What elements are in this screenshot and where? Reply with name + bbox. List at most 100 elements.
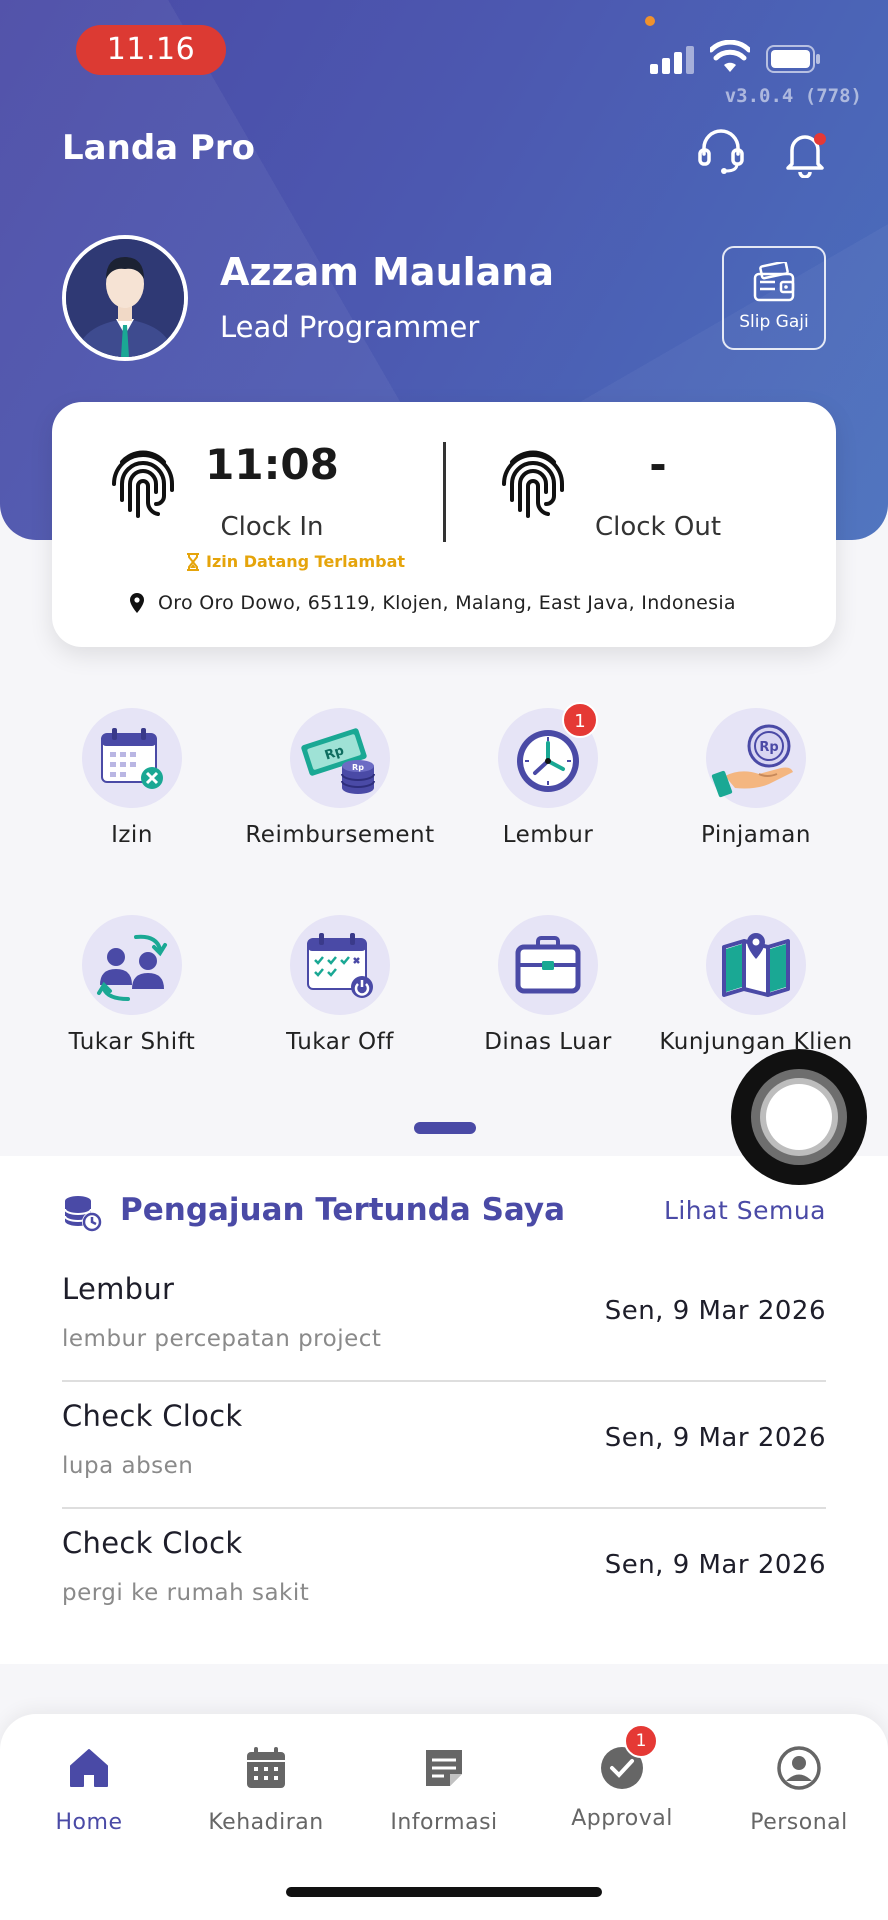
menu-pinjaman-circle: Rp — [706, 708, 806, 808]
menu-reimbursement-circle: Rp Rp — [290, 708, 390, 808]
location-pin-icon — [130, 593, 144, 613]
pending-item-subtitle: pergi ke rumah sakit — [62, 1580, 310, 1606]
menu-pinjaman-label: Pinjaman — [701, 822, 811, 848]
menu-dinas-luar[interactable]: Dinas Luar — [448, 915, 648, 1055]
svg-text:Rp: Rp — [759, 740, 778, 755]
clock-divider — [443, 442, 446, 542]
pending-item[interactable]: Check Clock lupa absen Sen, 9 Mar 2026 — [62, 1383, 826, 1509]
pending-item-title: Check Clock — [62, 1526, 243, 1560]
clock-in-time: 11:08 — [205, 440, 339, 489]
payslip-button[interactable]: Slip Gaji — [722, 246, 826, 350]
hourglass-icon — [187, 552, 199, 571]
pending-item-date: Sen, 9 Mar 2026 — [604, 1296, 826, 1326]
home-icon — [70, 1749, 108, 1787]
menu-lembur-label: Lembur — [502, 822, 594, 848]
pending-item-divider — [62, 1380, 826, 1382]
menu-pinjaman[interactable]: Rp Pinjaman — [656, 708, 856, 848]
menu-tukar-shift[interactable]: Tukar Shift — [32, 915, 232, 1055]
menu-reimbursement[interactable]: Rp Rp Reimbursement — [240, 708, 440, 848]
lembur-count-badge: 1 — [562, 702, 598, 738]
menu-kunjungan-klien-circle — [706, 915, 806, 1015]
money-coins-icon: Rp Rp — [301, 728, 375, 794]
nav-informasi[interactable]: Informasi — [364, 1744, 524, 1835]
pending-item-date: Sen, 9 Mar 2026 — [604, 1550, 826, 1580]
app-version: v3.0.4 (778) — [724, 85, 862, 107]
pending-item-title: Check Clock — [62, 1399, 243, 1433]
wallet-icon — [753, 260, 795, 302]
late-permission-note: Izin Datang Terlambat — [186, 552, 405, 571]
menu-izin-label: Izin — [111, 822, 153, 848]
user-role: Lead Programmer — [220, 310, 480, 344]
nav-informasi-label: Informasi — [390, 1810, 498, 1835]
headset-support-icon[interactable] — [696, 126, 746, 176]
attendance-card: 11:08 Clock In - Clock Out Izin Datang T… — [52, 402, 836, 647]
notification-dot — [814, 133, 826, 145]
see-all-link[interactable]: Lihat Semua — [664, 1196, 826, 1225]
nav-approval-label: Approval — [571, 1806, 673, 1831]
pending-item-divider — [62, 1507, 826, 1509]
menu-tukar-off[interactable]: Tukar Off — [240, 915, 440, 1055]
cellular-signal-icon — [650, 44, 694, 74]
pending-item-subtitle: lupa absen — [62, 1453, 194, 1479]
nav-kehadiran[interactable]: Kehadiran — [186, 1744, 346, 1835]
pending-item[interactable]: Lembur lembur percepatan project Sen, 9 … — [62, 1256, 826, 1382]
wifi-icon — [710, 40, 750, 72]
menu-page-indicator[interactable] — [414, 1122, 476, 1134]
menu-lembur[interactable]: 1 Lembur — [448, 702, 648, 848]
briefcase-icon — [515, 936, 581, 994]
map-pin-icon — [722, 933, 790, 997]
database-clock-icon — [64, 1196, 102, 1232]
menu-tukar-off-label: Tukar Off — [286, 1029, 394, 1055]
menu-dinas-luar-label: Dinas Luar — [484, 1029, 612, 1055]
nav-personal[interactable]: Personal — [719, 1744, 879, 1835]
swap-people-icon — [97, 934, 167, 1001]
location-text: Oro Oro Dowo, 65119, Klojen, Malang, Eas… — [158, 592, 736, 614]
menu-tukar-off-circle — [290, 915, 390, 1015]
fingerprint-clock-in-icon[interactable] — [108, 444, 178, 520]
nav-home[interactable]: Home — [9, 1744, 169, 1835]
pending-item[interactable]: Check Clock pergi ke rumah sakit Sen, 9 … — [62, 1510, 826, 1620]
menu-dinas-luar-circle — [498, 915, 598, 1015]
nav-personal-label: Personal — [750, 1810, 848, 1835]
pending-item-title: Lembur — [62, 1272, 175, 1306]
nav-approval[interactable]: 1 Approval — [542, 1724, 702, 1831]
avatar[interactable] — [62, 235, 188, 361]
approval-count-badge: 1 — [624, 1724, 658, 1758]
menu-tukar-shift-circle — [82, 915, 182, 1015]
document-icon — [426, 1750, 462, 1786]
pending-item-subtitle: lembur percepatan project — [62, 1326, 382, 1352]
calendar-check-icon — [307, 933, 373, 998]
app-brand: Landa Pro — [62, 128, 255, 168]
nav-kehadiran-label: Kehadiran — [208, 1810, 324, 1835]
menu-izin[interactable]: Izin — [32, 708, 232, 848]
clock-out-time: - — [649, 440, 667, 489]
pending-item-date: Sen, 9 Mar 2026 — [604, 1423, 826, 1453]
menu-izin-circle — [82, 708, 182, 808]
home-indicator[interactable] — [286, 1887, 602, 1897]
user-illustration-icon — [66, 239, 184, 357]
calendar-icon — [247, 1747, 285, 1788]
menu-kunjungan-klien[interactable]: Kunjungan Klien — [656, 915, 856, 1055]
menu-lembur-circle: 1 — [498, 702, 598, 808]
user-circle-icon — [777, 1746, 821, 1790]
battery-icon — [766, 45, 820, 73]
approval-icon-wrap: 1 — [598, 1724, 658, 1792]
menu-kunjungan-klien-label: Kunjungan Klien — [659, 1029, 853, 1055]
late-permission-text: Izin Datang Terlambat — [206, 552, 406, 571]
assistive-touch-button[interactable] — [731, 1049, 867, 1185]
privacy-indicator-dot — [645, 16, 655, 26]
nav-home-label: Home — [55, 1810, 123, 1835]
status-time: 11.16 — [76, 25, 226, 75]
menu-tukar-shift-label: Tukar Shift — [68, 1029, 196, 1055]
hand-coin-icon: Rp — [711, 724, 793, 798]
menu-reimbursement-label: Reimbursement — [245, 822, 435, 848]
calendar-cancel-icon — [101, 728, 163, 789]
clock-out-label: Clock Out — [594, 512, 722, 542]
payslip-label: Slip Gaji — [739, 312, 809, 332]
svg-text:Rp: Rp — [352, 763, 364, 772]
pending-requests-section: Pengajuan Tertunda Saya Lihat Semua Lemb… — [0, 1156, 888, 1664]
pending-title: Pengajuan Tertunda Saya — [120, 1192, 566, 1228]
fingerprint-clock-out-icon[interactable] — [498, 444, 568, 520]
user-name: Azzam Maulana — [220, 250, 554, 294]
clock-in-label: Clock In — [220, 512, 324, 542]
